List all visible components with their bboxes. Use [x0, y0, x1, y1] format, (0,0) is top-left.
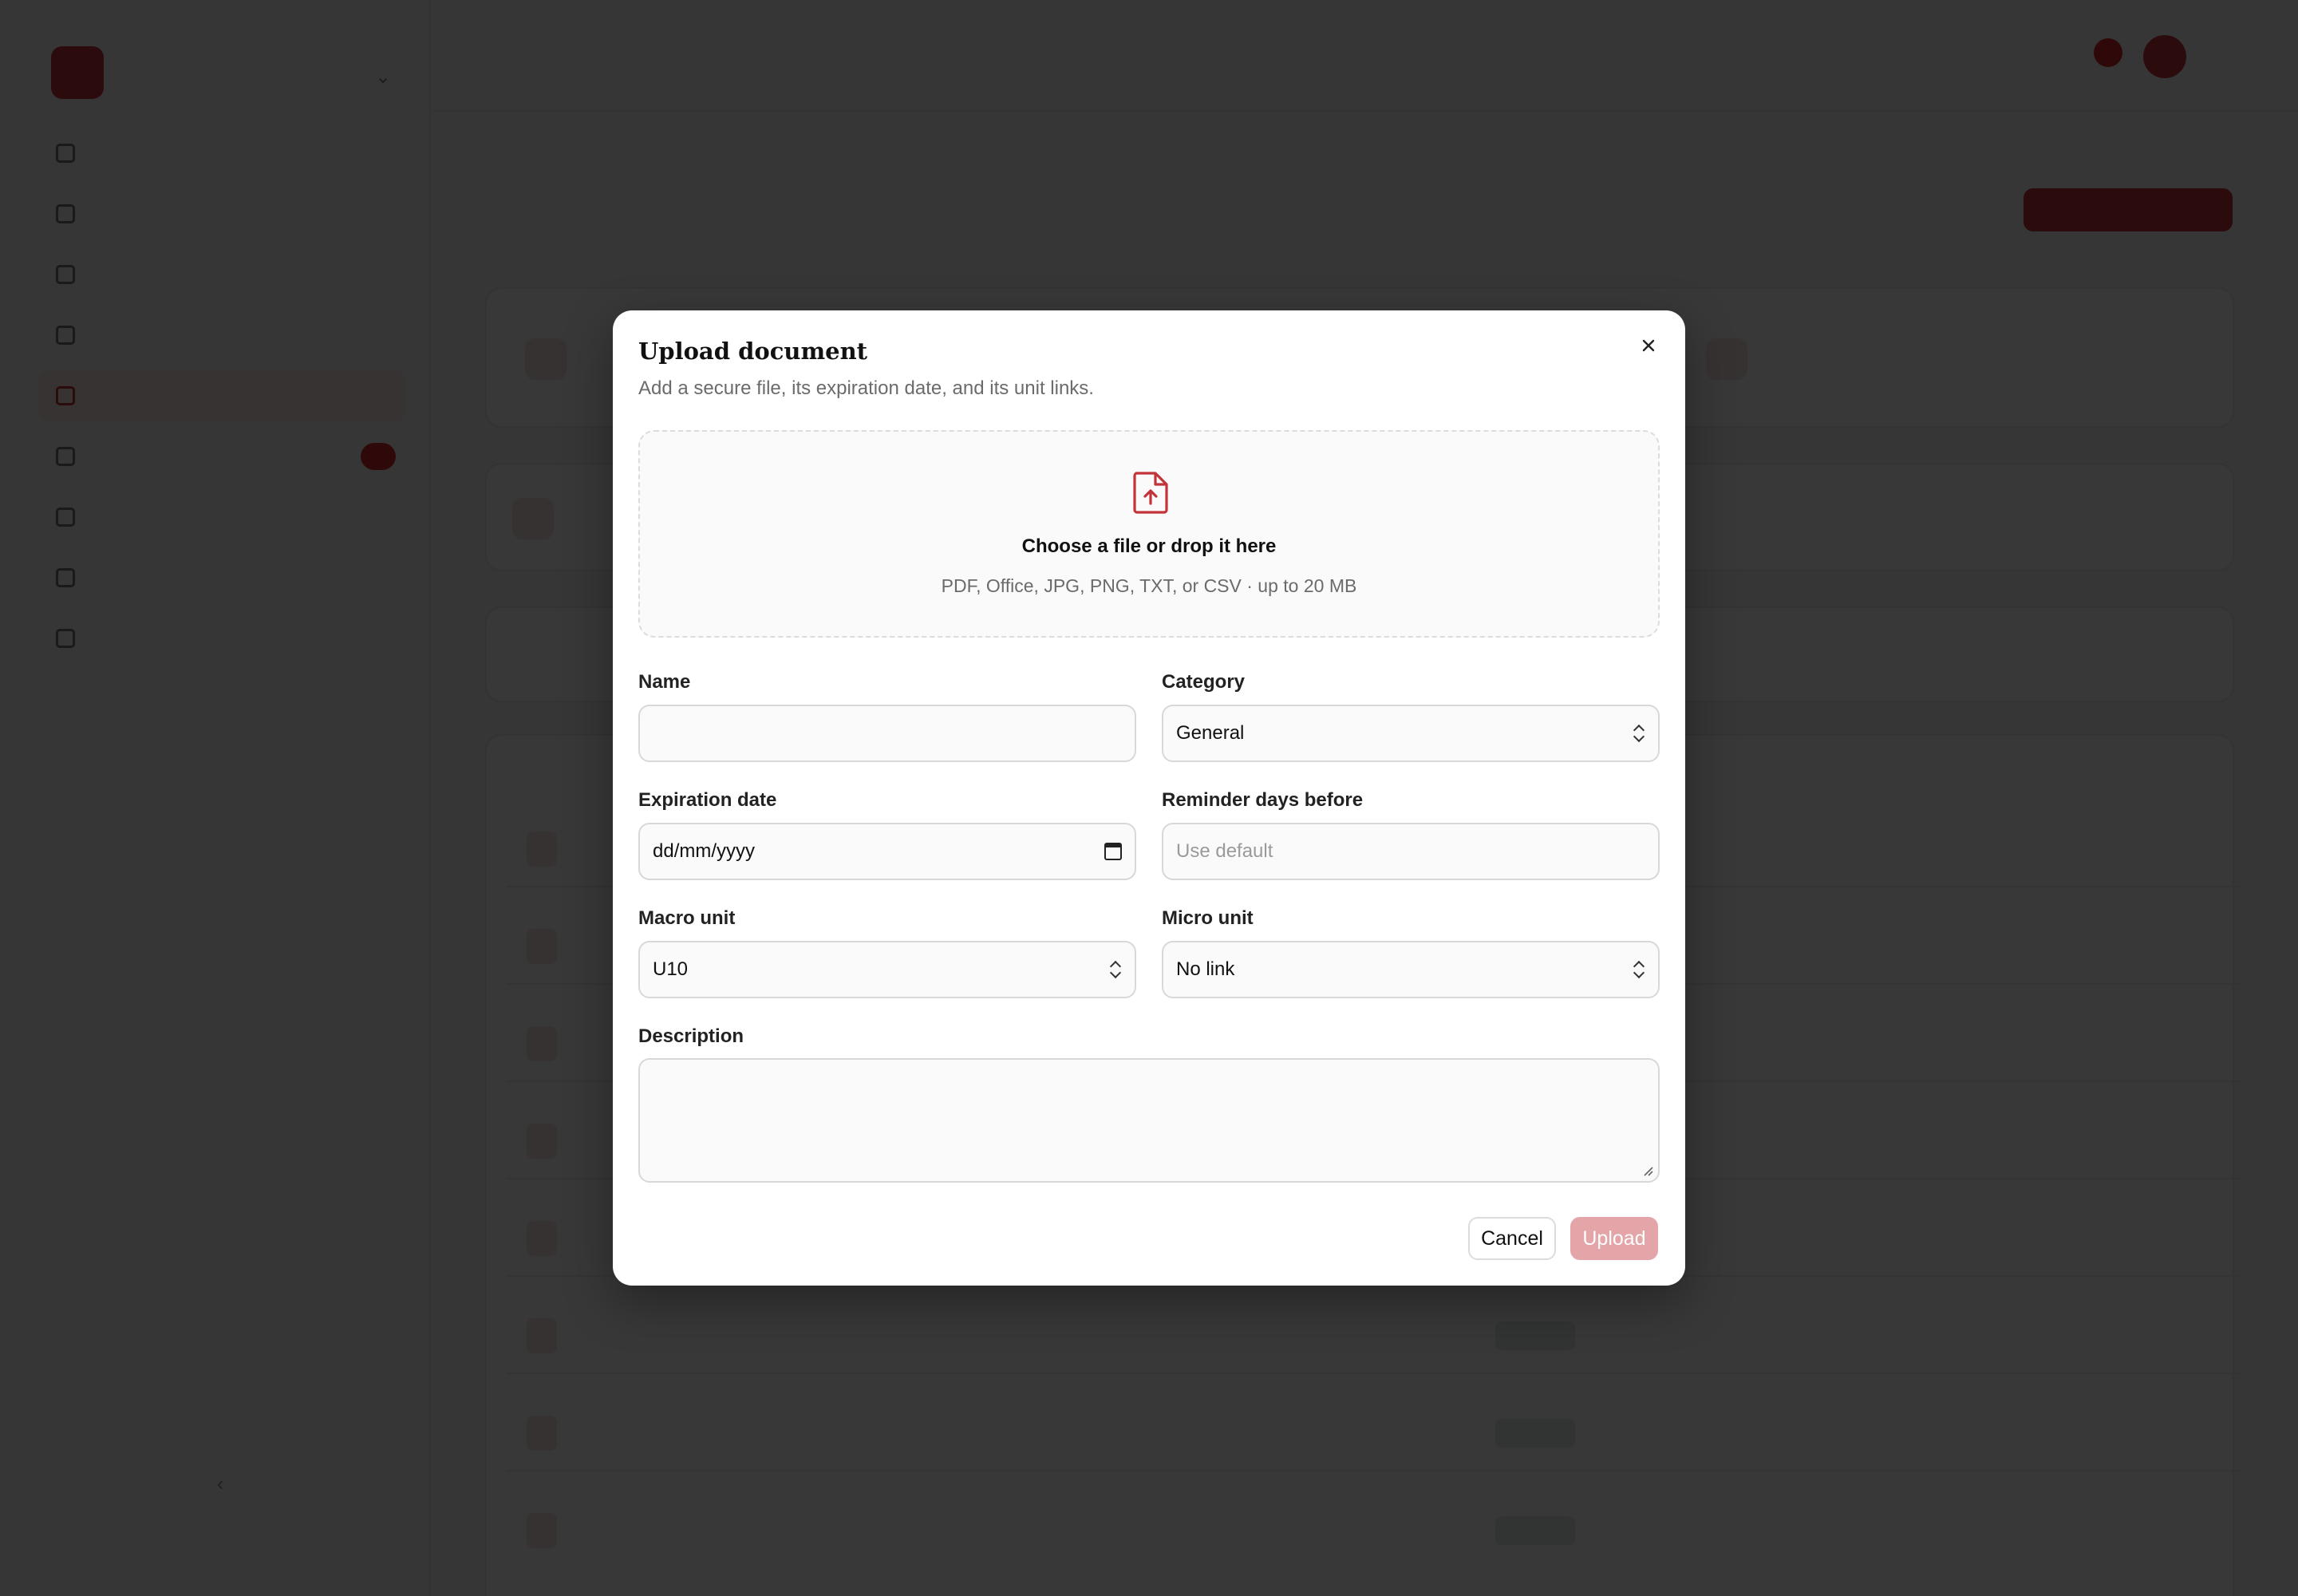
- reminder-label: Reminder days before: [1162, 789, 1364, 811]
- micro-unit-value: No link: [1176, 958, 1235, 980]
- description-label: Description: [638, 1025, 744, 1047]
- category-label: Category: [1162, 671, 1246, 693]
- name-input[interactable]: [653, 722, 1122, 745]
- calendar-icon[interactable]: [1104, 843, 1122, 860]
- file-dropzone[interactable]: Choose a file or drop it here PDF, Offic…: [638, 430, 1660, 638]
- expiration-label: Expiration date: [638, 789, 777, 811]
- macro-unit-value: U10: [653, 958, 689, 980]
- upload-document-dialog: Upload document Add a secure file, its e…: [613, 310, 1685, 1286]
- micro-unit-select[interactable]: No link: [1162, 941, 1660, 998]
- dropzone-hint: PDF, Office, JPG, PNG, TXT, or CSV · up …: [941, 575, 1357, 596]
- description-textarea[interactable]: [638, 1058, 1660, 1183]
- resize-grip-icon[interactable]: [1642, 1165, 1653, 1176]
- close-icon: [1642, 339, 1655, 352]
- micro-unit-label: Micro unit: [1162, 907, 1254, 929]
- name-label: Name: [638, 671, 691, 693]
- dropzone-title: Choose a file or drop it here: [1021, 535, 1277, 557]
- upload-button[interactable]: Upload: [1570, 1217, 1658, 1260]
- dialog-title: Upload document: [638, 338, 868, 365]
- category-select[interactable]: General: [1162, 705, 1660, 762]
- reminder-input[interactable]: [1176, 840, 1645, 863]
- reminder-field[interactable]: [1162, 823, 1660, 880]
- expiration-date-field[interactable]: dd/mm/yyyy: [638, 823, 1136, 880]
- cancel-button[interactable]: Cancel: [1468, 1217, 1556, 1260]
- macro-unit-select[interactable]: U10: [638, 941, 1136, 998]
- expiration-value: dd/mm/yyyy: [653, 840, 756, 862]
- macro-unit-label: Macro unit: [638, 907, 736, 929]
- category-value: General: [1176, 722, 1245, 744]
- select-arrows-icon: [1633, 959, 1645, 980]
- select-arrows-icon: [1633, 723, 1645, 744]
- select-arrows-icon: [1109, 959, 1122, 980]
- dialog-subtitle: Add a secure file, its expiration date, …: [638, 377, 1094, 399]
- name-field[interactable]: [638, 705, 1136, 762]
- file-upload-icon: [1133, 472, 1168, 514]
- close-button[interactable]: [1633, 330, 1664, 361]
